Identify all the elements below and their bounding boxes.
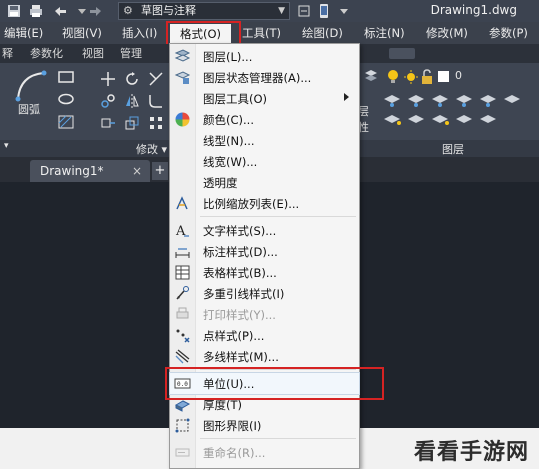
menu-item-rename: 重命名(R)... [170, 442, 359, 463]
scale-icon[interactable] [124, 115, 140, 131]
menu-item-text-style[interactable]: A 文字样式(S)... [170, 220, 359, 241]
menu-item-lineweight[interactable]: 线宽(W)... [170, 151, 359, 172]
layer-on-bulb-icon[interactable] [386, 69, 400, 85]
rotate-icon[interactable] [124, 71, 140, 87]
array-icon[interactable] [148, 115, 164, 131]
point-style-icon [176, 329, 190, 343]
draw-group-expand[interactable]: ▾ [4, 141, 9, 151]
submenu-arrow-icon [344, 93, 349, 101]
menu-modify[interactable]: 修改(M) [426, 22, 468, 44]
menu-separator [200, 216, 356, 217]
customize-qat-icon[interactable] [336, 3, 352, 19]
ribbon-tab-parametric[interactable]: 参数化 [30, 44, 63, 63]
ribbon-minimize-toggle[interactable] [389, 48, 415, 59]
document-tab-name: Drawing1* [40, 164, 104, 178]
menu-item-color[interactable]: 颜色(C)... [170, 109, 359, 130]
menu-item-point-style[interactable]: 点样式(P)... [170, 325, 359, 346]
document-tab[interactable]: Drawing1* × [30, 160, 150, 182]
menu-item-multileader-style[interactable]: 多重引线样式(I) [170, 283, 359, 304]
plot-style-icon [176, 307, 189, 319]
layer-icon [174, 49, 191, 62]
table-style-icon [175, 265, 190, 280]
workspace-name: 草图与注释 [141, 4, 196, 17]
mobile-icon[interactable] [316, 3, 332, 19]
layer-tools-icons[interactable] [382, 93, 532, 133]
dim-style-icon [175, 248, 190, 258]
layer-freeze-sun-icon[interactable] [404, 69, 418, 85]
trim-icon[interactable] [148, 71, 164, 87]
menu-separator [200, 438, 356, 439]
menu-view[interactable]: 视图(V) [62, 22, 102, 44]
layer-lock-icon[interactable] [420, 69, 434, 85]
workspace-selector[interactable]: ⚙ 草图与注释 ▼ [118, 2, 290, 20]
ribbon-tab-manage[interactable]: 管理 [120, 44, 142, 63]
rectangle-icon[interactable] [58, 71, 74, 83]
print-icon[interactable] [28, 3, 44, 19]
current-layer-name[interactable]: 0 [455, 69, 462, 82]
menu-item-linetype[interactable]: 线型(N)... [170, 130, 359, 151]
menu-draw[interactable]: 绘图(D) [302, 22, 343, 44]
drawing-limits-icon [175, 418, 190, 433]
menu-item-layer[interactable]: 图层(L)... [170, 46, 359, 67]
ribbon-tab-view[interactable]: 视图 [82, 44, 104, 63]
menu-item-layer-state-manager[interactable]: 图层状态管理器(A)... [170, 67, 359, 88]
text-style-icon: A [175, 224, 189, 239]
move-icon[interactable] [100, 71, 116, 87]
new-document-tab-button[interactable]: + [152, 162, 168, 180]
ribbon-tab-annotate[interactable]: 释 [2, 44, 13, 63]
layer-state-icon [174, 71, 191, 84]
ellipse-icon[interactable] [58, 93, 74, 105]
menu-item-multiline-style[interactable]: 多线样式(M)... [170, 346, 359, 367]
arc-label: 圆弧 [18, 103, 40, 116]
menu-edit[interactable]: 编辑(E) [4, 22, 43, 44]
copy-icon[interactable] [100, 93, 116, 109]
menu-dimension[interactable]: 标注(N) [364, 22, 405, 44]
undo-icon[interactable] [52, 3, 68, 19]
menu-parametric[interactable]: 参数(P) [489, 22, 528, 44]
menu-item-table-style[interactable]: 表格样式(B)... [170, 262, 359, 283]
hatch-icon[interactable] [58, 115, 74, 129]
menu-tools[interactable]: 工具(T) [242, 22, 281, 44]
close-icon[interactable]: × [132, 160, 142, 182]
menu-insert[interactable]: 插入(I) [122, 22, 157, 44]
scale-list-icon [176, 196, 188, 210]
menu-item-plot-style: 打印样式(Y)... [170, 304, 359, 325]
menu-item-transparency[interactable]: 透明度 [170, 172, 359, 193]
arc-icon[interactable] [14, 69, 48, 103]
menu-item-dimension-style[interactable]: 标注样式(D)... [170, 241, 359, 262]
stretch-icon[interactable] [100, 115, 116, 131]
layer-properties-icon[interactable] [364, 69, 378, 85]
menu-item-drawing-limits[interactable]: 图形界限(I) [170, 415, 359, 436]
gear-icon: ⚙ [123, 4, 133, 17]
menu-bar: 编辑(E) 视图(V) 插入(I) 格式(O) 工具(T) 绘图(D) 标注(N… [0, 22, 539, 44]
rename-icon [175, 448, 190, 457]
layer-color-swatch[interactable] [438, 71, 449, 82]
layer-group-title[interactable]: 图层 [442, 141, 464, 157]
save-icon[interactable] [6, 3, 22, 19]
menu-item-scale-list[interactable]: 比例缩放列表(E)... [170, 193, 359, 214]
watermark-text: 看看手游网 [413, 440, 529, 465]
format-menu-dropdown: 图层(L)... 图层状态管理器(A)... 图层工具(O) 颜色(C)... … [169, 43, 360, 469]
chevron-down-icon: ▼ [278, 6, 285, 16]
mirror-icon[interactable] [124, 93, 140, 109]
document-title: Drawing1.dwg [430, 3, 517, 17]
menu-item-layer-tools[interactable]: 图层工具(O) [170, 88, 359, 109]
title-bar: ⚙ 草图与注释 ▼ Drawing1.dwg [0, 0, 539, 22]
workspace-settings-icon[interactable] [296, 3, 312, 19]
mline-style-icon [175, 349, 190, 364]
mleader-style-icon [176, 286, 189, 300]
redo-icon[interactable] [88, 3, 104, 19]
color-wheel-icon [175, 112, 190, 127]
fillet-icon[interactable] [148, 93, 164, 109]
modify-group-title[interactable]: 修改 ▾ [136, 141, 167, 157]
units-item-highlight-box [165, 367, 384, 400]
